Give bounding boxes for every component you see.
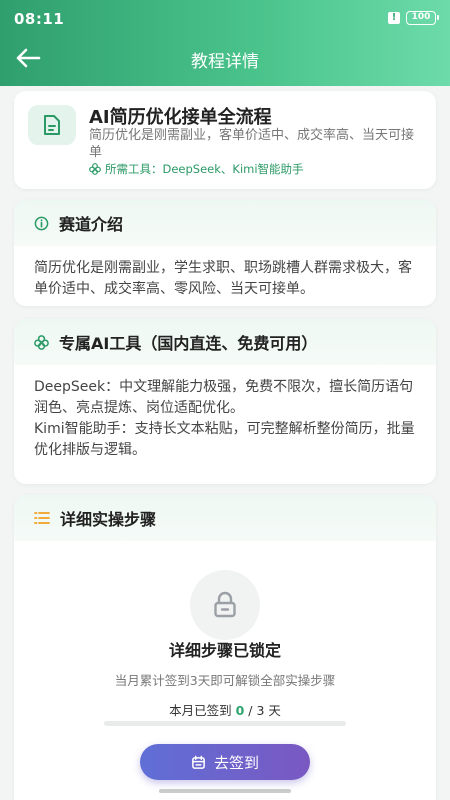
info-icon [34,216,49,230]
home-indicator [159,789,291,793]
list-icon [34,512,50,524]
ai-tools-card: 专属AI工具（国内直连、免费可用） DeepSeek：中文理解能力极强，免费不限… [14,319,436,484]
required-tools: 所需工具：DeepSeek、Kimi智能助手 [89,161,304,177]
progress-count: 0 [235,703,245,718]
lock-description: 当月累计签到3天即可解锁全部实操步骤 [114,673,336,688]
flower-icon [34,334,49,350]
required-tools-text: 所需工具：DeepSeek、Kimi智能助手 [105,162,304,176]
status-icons: ! 100 [388,11,439,25]
tutorial-description: 简历优化是刚需副业，客单价适中、成交率高、当天可接单 [89,128,415,160]
lock-title: 详细步骤已锁定 [168,641,281,660]
track-intro-header: 赛道介绍 [14,200,436,246]
tool-item: DeepSeek：中文理解能力极强，免费不限次，擅长简历语句润色、亮点提炼、岗位… [34,379,414,416]
tutorial-summary-card: AI简历优化接单全流程 简历优化是刚需副业，客单价适中、成交率高、当天可接单 所… [14,91,436,189]
checkin-button[interactable]: 去签到 [140,744,310,780]
flower-icon [89,163,101,175]
progress-suffix: / 3 天 [244,703,281,718]
ai-tools-header: 专属AI工具（国内直连、免费可用） [14,319,436,365]
tutorial-title: AI简历优化接单全流程 [89,107,272,128]
steps-title: 详细实操步骤 [60,510,157,529]
track-intro-title: 赛道介绍 [59,215,124,234]
header: 08:11 ! 100 教程详情 [0,0,450,86]
tool-item: Kimi智能助手：支持长文本粘贴，可完整解析整份简历，批量优化排版与逻辑。 [34,421,415,458]
nav-bar: 教程详情 [0,38,450,78]
ai-tools-title: 专属AI工具（国内直连、免费可用） [59,334,318,353]
status-bar: 08:11 ! 100 [14,8,439,32]
battery-icon: 100 [406,11,439,25]
page-title: 教程详情 [191,52,259,72]
lock-icon [190,570,260,640]
track-intro-card: 赛道介绍 简历优化是刚需副业，学生求职、职场跳槽人群需求极大，客单价适中、成交率… [14,200,436,306]
track-intro-body: 简历优化是刚需副业，学生求职、职场跳槽人群需求极大，客单价适中、成交率高、零风险… [34,260,412,297]
alert-icon: ! [388,12,400,24]
checkin-button-label: 去签到 [213,753,259,772]
ai-tools-body: DeepSeek：中文理解能力极强，免费不限次，擅长简历语句润色、亮点提炼、岗位… [14,365,436,473]
progress-prefix: 本月已签到 [169,703,236,718]
checkin-progress-text: 本月已签到 0 / 3 天 [14,700,436,721]
status-time: 08:11 [14,10,65,28]
steps-header: 详细实操步骤 [14,495,436,541]
checkin-progress-bar [104,721,346,726]
calendar-icon [192,755,205,769]
document-icon [28,105,76,145]
